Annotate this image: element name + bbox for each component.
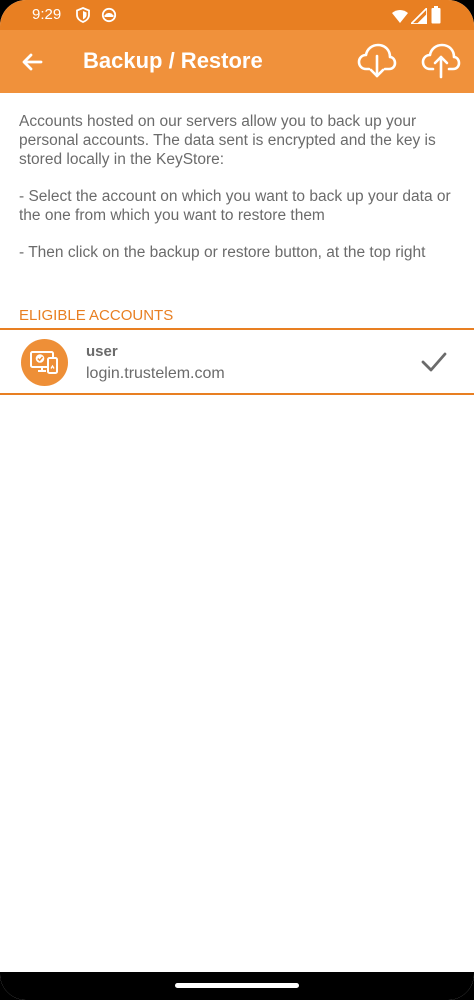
check-icon — [421, 352, 447, 372]
backup-button[interactable] — [357, 42, 397, 80]
back-button[interactable] — [16, 46, 48, 78]
restore-button[interactable] — [421, 42, 461, 80]
shield-icon — [76, 7, 90, 23]
account-host: login.trustelem.com — [86, 365, 225, 382]
devices-icon — [30, 351, 58, 374]
app-screen: 9:29 Backup / Restore Accounts hosted on… — [0, 0, 474, 1000]
signal-icon — [411, 8, 427, 24]
page-title: Backup / Restore — [83, 48, 263, 73]
list-divider — [0, 393, 474, 395]
account-name: user — [86, 343, 118, 360]
app-bar: Backup / Restore — [0, 30, 474, 93]
instructions-text: Accounts hosted on our servers allow you… — [19, 112, 459, 280]
section-header: ELIGIBLE ACCOUNTS — [19, 307, 174, 324]
status-bar: 9:29 — [0, 0, 474, 30]
arrow-left-icon — [22, 53, 43, 71]
navigation-bar — [0, 972, 474, 1000]
battery-icon — [431, 6, 441, 24]
account-avatar — [21, 339, 68, 386]
cloud-download-icon — [357, 43, 397, 78]
instructions-paragraph: - Select the account on which you want t… — [19, 188, 451, 224]
circle-face-icon — [101, 7, 117, 23]
instructions-paragraph: - Then click on the backup or restore bu… — [19, 244, 426, 261]
account-list-item[interactable]: user login.trustelem.com — [0, 331, 474, 394]
section-divider — [0, 328, 474, 330]
cloud-upload-icon — [421, 43, 461, 79]
status-time: 9:29 — [32, 6, 62, 23]
home-gesture-handle[interactable] — [175, 983, 299, 988]
instructions-paragraph: Accounts hosted on our servers allow you… — [19, 113, 436, 168]
wifi-icon — [392, 10, 408, 23]
